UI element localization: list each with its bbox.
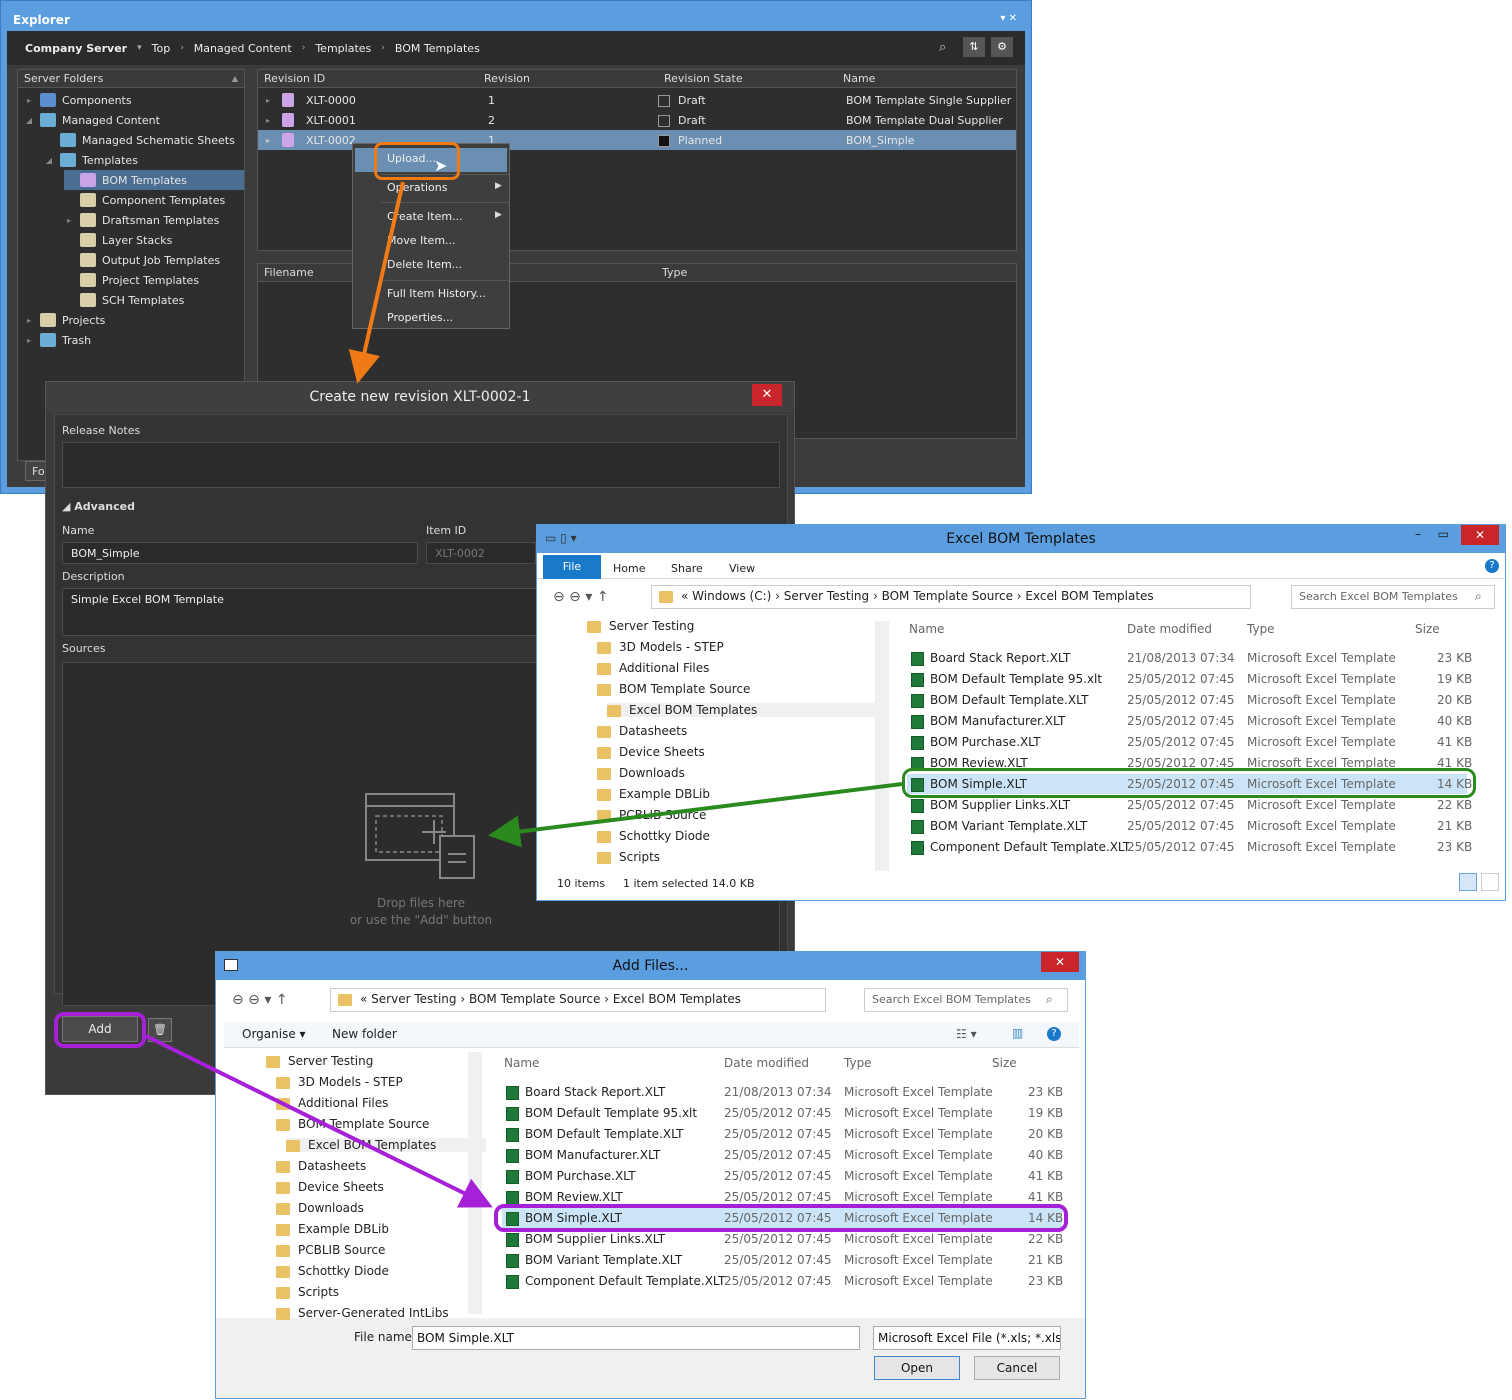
arrow-orange	[348, 181, 405, 384]
annotation-arrows	[145, 181, 903, 1208]
arrow-purple	[145, 1034, 493, 1208]
arrow-green	[488, 782, 903, 848]
